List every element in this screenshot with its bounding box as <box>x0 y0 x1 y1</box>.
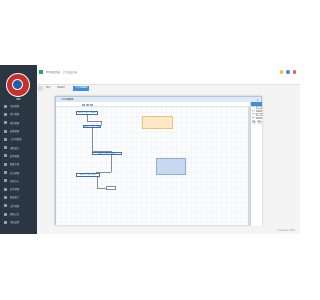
property-value[interactable]: 张三 <box>255 113 262 116</box>
lock-icon <box>4 129 7 133</box>
book-icon <box>4 162 7 166</box>
zoom-out-icon[interactable] <box>86 103 89 106</box>
logo-text: ERP <box>16 98 21 101</box>
sidebar-item-label: 角色管理 <box>10 121 20 125</box>
sidebar-item-14[interactable]: 系统设置 <box>0 218 37 226</box>
sidebar-item-5[interactable]: 流程设计 <box>0 143 37 151</box>
flow-node-task2[interactable]: SELECT_ACT_TASK2 <box>92 151 122 155</box>
sidebar-item-9[interactable]: 消息中心 <box>0 177 37 185</box>
fit-icon[interactable] <box>90 103 93 106</box>
sidebar-item-3[interactable]: 权限管理 <box>0 127 37 135</box>
message-icon <box>4 179 7 183</box>
sidebar: ERP 系统管理 用户管理 角色管理 权限管理 工作流管理 流程设计 表单管理 … <box>0 65 37 234</box>
role-icon <box>4 121 7 125</box>
chart-icon <box>4 195 7 199</box>
annotation-note-blue[interactable] <box>156 158 186 175</box>
property-value[interactable]: 3天 <box>255 116 262 120</box>
sidebar-item-2[interactable]: 角色管理 <box>0 119 37 127</box>
sidebar-item-6[interactable]: 表单管理 <box>0 152 37 160</box>
sidebar-item-label: 任务管理 <box>10 188 20 192</box>
workflow-editor-dialog: 工作流编辑器 × SELECT_ACT_START SELECT_ACT_TAS… <box>55 96 262 226</box>
sidebar-item-label: 数据字典 <box>10 163 20 167</box>
note-text <box>157 159 185 160</box>
message-icon[interactable] <box>286 70 290 74</box>
top-header: ERP管理系统 · 工作流设计器 <box>37 65 300 85</box>
flow-icon <box>4 137 7 141</box>
sidebar-item-label: 流程设计 <box>10 146 20 150</box>
app-window: ERP 系统管理 用户管理 角色管理 权限管理 工作流管理 流程设计 表单管理 … <box>0 65 300 234</box>
sidebar-item-12[interactable]: 文件管理 <box>0 202 37 210</box>
sidebar-item-label: 用户管理 <box>10 113 20 117</box>
sidebar-item-11[interactable]: 报表统计 <box>0 193 37 201</box>
note-text <box>143 117 172 118</box>
notification-icon[interactable] <box>279 70 283 74</box>
dialog-title: 工作流编辑器 <box>61 99 74 101</box>
header-actions <box>279 70 296 74</box>
sidebar-item-0[interactable]: 系统管理 <box>0 102 37 110</box>
sidebar-item-label: 通知公告 <box>10 213 20 216</box>
sidebar-item-1[interactable]: 用户管理 <box>0 110 37 118</box>
zoom-in-icon[interactable] <box>82 103 85 106</box>
page-title: ERP管理系统 · 工作流设计器 <box>46 71 77 74</box>
logo <box>6 73 30 97</box>
sidebar-item-label: 报表统计 <box>10 196 20 200</box>
tab-scroll-left-button[interactable] <box>38 86 43 91</box>
cancel-button[interactable]: 取消 <box>257 120 262 124</box>
sidebar-item-label: 消息中心 <box>10 179 20 183</box>
sidebar-item-label: 权限管理 <box>10 130 20 134</box>
save-button[interactable]: 保存 <box>251 120 256 124</box>
log-icon <box>4 171 7 175</box>
sidebar-item-7[interactable]: 数据字典 <box>0 160 37 168</box>
property-value[interactable]: SELECT_ACT <box>255 106 262 109</box>
footer-text: © 2018 ERP 工作流 <box>276 230 295 232</box>
tab-home[interactable]: 首页 <box>44 86 52 91</box>
annotation-note-yellow[interactable] <box>142 116 173 129</box>
flow-node-terminal[interactable] <box>106 186 116 190</box>
property-value[interactable]: 用户任务 <box>255 109 262 113</box>
sidebar-item-4[interactable]: 工作流管理 <box>0 135 37 143</box>
workflow-canvas[interactable]: SELECT_ACT_START SELECT_ACT_TASK1 SELECT… <box>56 107 249 225</box>
sidebar-item-8[interactable]: 日志管理 <box>0 168 37 176</box>
properties-panel: 名称SELECT_ACT 类型用户任务 处理人张三 期限3天 保存 取消 <box>250 102 262 226</box>
user-avatar-icon[interactable] <box>292 70 296 74</box>
sidebar-item-13[interactable]: 通知公告 <box>0 210 37 218</box>
tab-process-design[interactable]: 流程设计 <box>55 86 67 91</box>
logo-emblem-icon <box>12 79 23 90</box>
sidebar-item-label: 工作流管理 <box>10 138 22 142</box>
gear-icon <box>4 220 7 224</box>
properties-actions: 保存 取消 <box>251 120 262 125</box>
sidebar-item-label: 系统管理 <box>10 105 20 109</box>
sidebar-item-label: 日志管理 <box>10 171 20 175</box>
form-icon <box>4 154 7 158</box>
sidebar-item-10[interactable]: 任务管理 <box>0 185 37 193</box>
user-icon <box>4 112 7 116</box>
close-icon[interactable]: × <box>256 98 259 102</box>
task-icon <box>4 187 7 191</box>
sidebar-item-label: 表单管理 <box>10 154 20 158</box>
sidebar-menu: 系统管理 用户管理 角色管理 权限管理 工作流管理 流程设计 表单管理 数据字典… <box>0 102 37 226</box>
sidebar-item-label: 系统设置 <box>10 221 20 225</box>
sidebar-item-label: 文件管理 <box>10 204 20 208</box>
tab-bar: 首页 流程设计 工作流编辑器 <box>37 85 300 92</box>
settings-icon <box>4 104 7 108</box>
file-icon <box>4 204 7 208</box>
bell-icon <box>4 212 7 216</box>
tab-workflow-editor[interactable]: 工作流编辑器 <box>73 86 90 91</box>
menu-toggle-icon[interactable] <box>39 70 43 74</box>
design-icon <box>4 146 7 150</box>
